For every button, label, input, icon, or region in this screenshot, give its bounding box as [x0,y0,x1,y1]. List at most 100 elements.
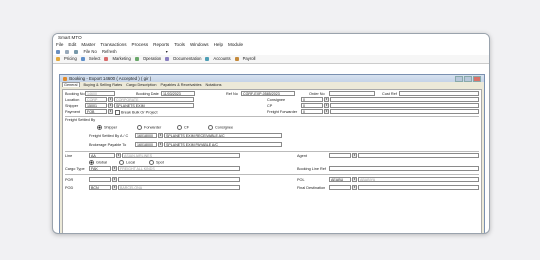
por-code-field[interactable] [89,177,111,182]
shipper-name-field[interactable]: SPLANETS EXIM [114,103,194,108]
ref-no-field[interactable]: CGRF-EXP-0585/2023 [241,91,295,96]
fs-by-lookup-button[interactable]: ▾ [158,133,163,138]
cp-name-field[interactable] [330,103,479,108]
line-divider [65,151,479,152]
payment-select[interactable]: FOB [85,109,107,114]
menu-item[interactable]: Tools [174,42,185,47]
cargo-type-code-field[interactable]: FAK [89,166,111,171]
tab-3[interactable]: Payables & Receivables [161,83,202,87]
search-icon[interactable] [56,49,60,54]
line-code-field[interactable]: AA [89,153,115,158]
menu-item[interactable]: Process [132,42,149,47]
booking-no-field[interactable]: 14600 [85,91,115,96]
agent-lookup-button[interactable]: ▾ [352,153,357,158]
save-icon[interactable] [74,49,79,54]
shipper-lookup-button[interactable]: ▾ [108,103,113,108]
menu-item[interactable]: Help [214,42,223,47]
chevron-down-icon[interactable]: ▾ [166,49,168,54]
consignee-code-field[interactable]: 0 [301,97,323,102]
tab-0[interactable]: General [62,82,80,87]
menu-item[interactable]: Reports [153,42,169,47]
freight-forwarder-name-field[interactable] [330,109,479,114]
cp-lookup-button[interactable]: ▾ [324,103,329,108]
refresh-button[interactable]: Refresh [102,49,117,54]
agent-code-field[interactable] [329,153,351,158]
menu-item[interactable]: Windows [190,42,209,47]
final-destination-name-field[interactable] [358,185,479,190]
agent-name-field[interactable] [358,153,479,158]
fs-option-forwarder[interactable]: Forwarder [137,125,161,130]
fs-by-name-field[interactable]: SPLANETS EXIM RECEIVABLE A/C [164,133,282,138]
location-name-field[interactable]: CORPORATE [114,97,194,102]
break-bulk-checkbox[interactable]: Break Bulk Or Project [115,110,158,115]
radio-icon[interactable] [177,125,182,130]
maximize-button[interactable] [464,76,472,82]
cp-code-field[interactable]: 0 [301,103,323,108]
por-lookup-button[interactable]: ▾ [112,177,117,182]
radio-selected-icon[interactable] [89,160,94,165]
fs-option-cf[interactable]: CF [177,125,189,130]
freight-forwarder-code-field[interactable]: 0 [301,109,323,114]
final-destination-lookup-button[interactable]: ▾ [352,185,357,190]
shipper-code-field[interactable]: 15001 [85,103,107,108]
child-title-text: Booking - Export 14600 ( Accepted ) ( gi… [69,76,152,81]
toolbar-item[interactable]: Select [80,56,100,61]
tab-2[interactable]: Cargo Description [126,83,156,87]
pol-name-field[interactable]: ABABIYA [358,177,479,182]
radio-icon[interactable] [149,160,154,165]
close-button[interactable] [473,76,481,82]
brokerage-lookup-button[interactable]: ▾ [158,142,163,147]
radio-icon[interactable] [137,125,142,130]
pod-lookup-button[interactable]: ▾ [112,185,117,190]
fs-option-consignee[interactable]: Consignee [208,125,233,130]
pol-lookup-button[interactable]: ▾ [352,177,357,182]
toolbar-item[interactable]: Payroll [234,56,255,61]
pod-name-field[interactable]: BARCELONA [118,185,240,190]
location-lookup-button[interactable]: ▾ [108,97,113,102]
consignee-lookup-button[interactable]: ▾ [324,97,329,102]
cargo-type-lookup-button[interactable]: ▾ [112,166,117,171]
por-name-field[interactable] [118,177,240,182]
menu-item[interactable]: Edit [68,42,76,47]
tab-4[interactable]: Notations [205,83,221,87]
tab-1[interactable]: Buying & Selling Rates [84,83,123,87]
freight-settled-divider [65,116,479,117]
fs-by-code-field[interactable]: 16018000 [135,133,157,138]
freight-forwarder-lookup-button[interactable]: ▾ [324,109,329,114]
scope-local[interactable]: Local [119,160,135,165]
pol-code-field[interactable]: AEABU [329,177,351,182]
toolbar-item[interactable]: Accounts [205,56,231,61]
menu-item[interactable]: File [56,42,63,47]
consignee-name-field[interactable] [330,97,479,102]
fs-option-label: Shipper [104,125,118,130]
booking-date-field[interactable]: 11/03/2023 [161,91,195,96]
print-icon[interactable] [65,49,70,54]
cust-ref-field[interactable] [399,91,479,96]
payment-dropdown-button[interactable]: ▾ [108,109,113,114]
menu-item[interactable]: Transactions [100,42,126,47]
toolbar-item[interactable]: Operation [134,56,161,61]
final-destination-code-field[interactable] [329,185,351,190]
toolbar-item[interactable]: Marketing [104,56,131,61]
radio-selected-icon[interactable] [97,125,102,130]
pod-code-field[interactable]: BCN [89,185,111,190]
brokerage-code-field[interactable]: 16018000 [135,142,157,147]
cargo-type-name-field[interactable]: FREIGHT ALL KINDS [118,166,240,171]
toolbar-item[interactable]: Pricing [56,56,77,61]
booking-line-ref-field[interactable] [329,166,479,171]
minimize-button[interactable] [455,76,463,82]
line-name-field[interactable]: ASIAN AIRLINES [122,153,240,158]
brokerage-name-field[interactable]: SPLANETS EXIM PAYABLE A/C [164,142,282,147]
menu-item[interactable]: Master [81,42,95,47]
radio-icon[interactable] [208,125,213,130]
fs-option-shipper[interactable]: Shipper [97,125,117,130]
break-bulk-check-icon[interactable] [115,110,120,115]
line-lookup-button[interactable]: ▾ [116,153,121,158]
order-no-field[interactable] [329,91,375,96]
radio-icon[interactable] [119,160,124,165]
location-code-field[interactable]: CORP [85,97,107,102]
menu-item[interactable]: Module [228,42,243,47]
scope-global[interactable]: Global [89,160,107,165]
scope-spot[interactable]: Spot [149,160,164,165]
toolbar-item[interactable]: Documentation [165,56,201,61]
